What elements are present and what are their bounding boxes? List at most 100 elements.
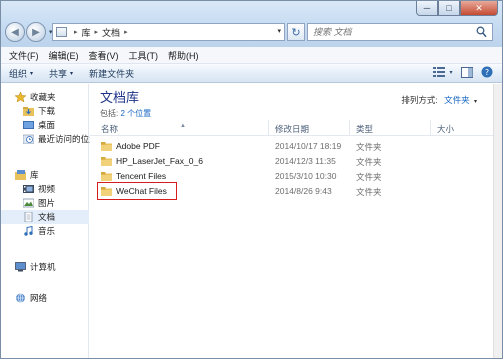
folder-icon [101, 172, 112, 181]
sidebar-item-label: 下载 [38, 106, 56, 116]
menu-tools[interactable]: 工具(T) [124, 49, 164, 62]
sidebar-item-libraries[interactable]: 库 [1, 168, 89, 182]
column-header: ▲ 名称 修改日期 类型 大小 [90, 120, 493, 136]
maximize-button[interactable]: □ [438, 1, 460, 16]
minimize-button[interactable]: ─ [416, 1, 438, 16]
forward-arrow-icon: ▶ [32, 26, 40, 38]
arrange-by: 排列方式: 文件夹 ▾ [401, 94, 477, 106]
includes-label: 包括: [100, 109, 119, 118]
new-folder-button[interactable]: 新建文件夹 [89, 67, 134, 80]
back-arrow-icon: ◀ [11, 26, 19, 38]
menu-view[interactable]: 查看(V) [84, 49, 124, 62]
library-title: 文档库 [100, 90, 140, 105]
help-button[interactable]: ? [480, 66, 494, 78]
file-name: WeChat Files [116, 186, 167, 196]
close-button[interactable]: ✕ [460, 1, 498, 16]
sidebar-item-network[interactable]: 网络 [1, 291, 89, 305]
table-row[interactable]: WeChat Files 2014/8/26 9:43 文件夹 [90, 182, 493, 200]
breadcrumb-separator[interactable]: ▸ [74, 28, 78, 36]
table-row[interactable]: Adobe PDF 2014/10/17 18:19 文件夹 [90, 139, 493, 154]
sidebar-item-recent-places[interactable]: 最近访问的位置 [1, 132, 98, 146]
chevron-down-icon: ▾ [70, 70, 74, 77]
column-size[interactable]: 大小 [437, 123, 454, 135]
library-header: 文档库 包括: 2 个位置 [100, 87, 151, 119]
sidebar-item-label: 最近访问的位置 [38, 134, 98, 144]
star-icon [15, 92, 26, 102]
search-input[interactable] [313, 27, 463, 37]
documents-icon [24, 212, 33, 222]
sidebar-item-videos[interactable]: 视频 [1, 182, 89, 196]
sidebar-item-label: 库 [30, 170, 39, 180]
back-button[interactable]: ◀ [5, 22, 25, 42]
menu-bar: 文件(F) 编辑(E) 查看(V) 工具(T) 帮助(H) [1, 47, 502, 64]
sidebar-item-favorites[interactable]: 收藏夹 [1, 90, 89, 104]
search-icon[interactable] [476, 26, 487, 38]
sidebar-item-label: 音乐 [38, 226, 56, 236]
computer-group: 计算机 [1, 260, 89, 274]
content-pane: 文档库 包括: 2 个位置 排列方式: 文件夹 ▾ ▲ 名称 修改日期 类型 大… [90, 84, 493, 358]
share-button[interactable]: 共享 ▾ [49, 67, 73, 80]
table-row[interactable]: HP_LaserJet_Fax_0_6 2014/12/3 11:35 文件夹 [90, 154, 493, 169]
sidebar-item-documents[interactable]: 文档 [1, 210, 89, 224]
organize-button[interactable]: 组织 ▾ [9, 67, 33, 80]
sidebar-item-label: 收藏夹 [30, 92, 56, 102]
address-history-dropdown[interactable]: ▾ [277, 27, 281, 35]
sidebar-item-music[interactable]: 音乐 [1, 224, 89, 238]
column-divider[interactable] [349, 120, 350, 135]
preview-pane-icon [461, 66, 473, 78]
menu-file[interactable]: 文件(F) [4, 49, 44, 62]
refresh-icon: ↻ [291, 26, 301, 39]
file-type: 文件夹 [356, 172, 382, 182]
breadcrumb-library[interactable]: 库 [82, 26, 91, 39]
file-modified: 2014/12/3 11:35 [275, 156, 336, 166]
column-modified[interactable]: 修改日期 [275, 123, 309, 135]
column-divider[interactable] [268, 120, 269, 135]
arrange-by-dropdown[interactable]: 文件夹 [444, 95, 470, 105]
refresh-button[interactable]: ↻ [287, 23, 305, 41]
menu-help[interactable]: 帮助(H) [163, 49, 204, 62]
sidebar-item-pictures[interactable]: 图片 [1, 196, 89, 210]
organize-label: 组织 [9, 68, 28, 79]
file-modified: 2014/8/26 9:43 [275, 186, 332, 196]
file-modified: 2015/3/10 10:30 [275, 171, 337, 181]
column-type[interactable]: 类型 [356, 123, 373, 135]
sort-ascending-icon: ▲ [180, 123, 186, 129]
library-locations-link[interactable]: 2 个位置 [120, 109, 151, 118]
preview-pane-button[interactable] [460, 66, 474, 78]
sidebar-item-label: 计算机 [30, 262, 56, 272]
file-type: 文件夹 [356, 187, 382, 197]
sidebar-item-label: 网络 [30, 293, 48, 303]
favorites-group: 收藏夹 下载 桌面 最近访问的位置 [1, 90, 98, 146]
navigation-pane: 收藏夹 下载 桌面 最近访问的位置 库 视频 图片 文档 音乐 计算机 网络 [1, 84, 98, 358]
library-includes: 包括: 2 个位置 [100, 108, 151, 119]
network-group: 网络 [1, 291, 89, 305]
sidebar-item-downloads[interactable]: 下载 [1, 104, 89, 118]
sidebar-item-desktop[interactable]: 桌面 [1, 118, 89, 132]
forward-button[interactable]: ▶ [26, 22, 46, 42]
file-name: Tencent Files [116, 171, 167, 181]
file-name: HP_LaserJet_Fax_0_6 [116, 156, 203, 166]
menu-edit[interactable]: 编辑(E) [44, 49, 84, 62]
view-options-icon [433, 67, 445, 77]
vertical-scrollbar[interactable] [493, 84, 502, 358]
libraries-icon [15, 170, 26, 180]
chevron-down-icon[interactable]: ▾ [474, 99, 477, 105]
search-box[interactable] [307, 23, 493, 41]
breadcrumb-separator[interactable]: ▸ [95, 28, 99, 36]
change-view-button[interactable] [432, 66, 446, 78]
computer-icon [15, 262, 26, 272]
breadcrumb-documents[interactable]: 文档 [102, 26, 120, 39]
command-bar: 组织 ▾ 共享 ▾ 新建文件夹 ▾ ? [1, 64, 502, 83]
videos-icon [23, 185, 34, 193]
address-bar[interactable]: ▸ 库 ▸ 文档 ▸ ▾ [52, 23, 285, 41]
music-icon [24, 226, 33, 236]
sidebar-item-label: 文档 [38, 212, 56, 222]
column-name[interactable]: 名称 [101, 123, 118, 135]
view-dropdown[interactable]: ▾ [448, 66, 454, 78]
folder-icon [101, 187, 112, 196]
breadcrumb-separator[interactable]: ▸ [124, 28, 128, 36]
arrange-by-label: 排列方式: [401, 95, 438, 105]
column-divider[interactable] [430, 120, 431, 135]
sidebar-item-computer[interactable]: 计算机 [1, 260, 89, 274]
pictures-icon [23, 198, 34, 208]
